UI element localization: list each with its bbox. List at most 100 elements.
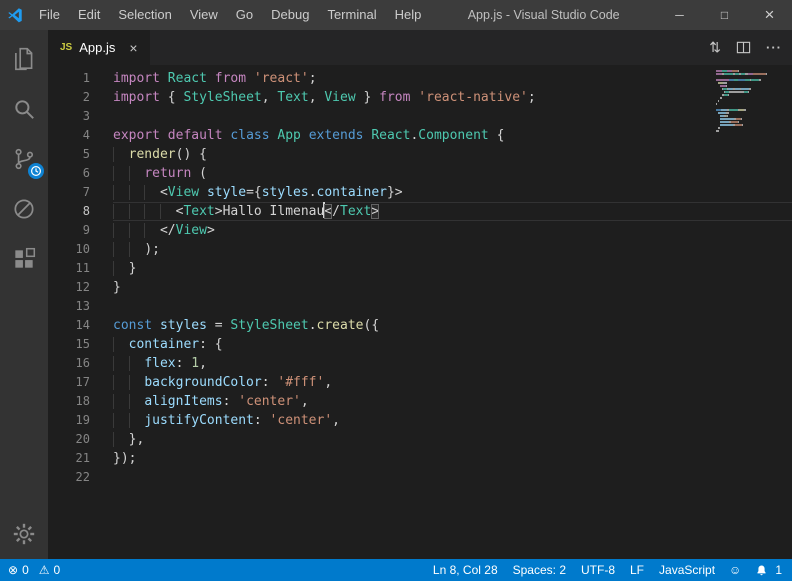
- menu-help[interactable]: Help: [386, 0, 431, 30]
- code-line-3[interactable]: 3: [48, 107, 792, 126]
- extensions-icon: [11, 246, 37, 272]
- code-line-1[interactable]: 1import React from 'react';: [48, 69, 792, 88]
- warnings-icon: ⚠: [39, 563, 50, 577]
- line-number: 11: [48, 259, 113, 278]
- errors-count: 0: [22, 563, 29, 577]
- open-changes-icon[interactable]: ⇅: [709, 39, 721, 56]
- code-line-text: import { StyleSheet, Text, View } from '…: [113, 88, 792, 107]
- bell-icon: [755, 564, 768, 577]
- code-line-text: <Text>Hallo Ilmenau</Text>: [113, 202, 792, 221]
- code-line-text: <View style={styles.container}>: [113, 183, 792, 202]
- code-line-20[interactable]: 20 },: [48, 430, 792, 449]
- activity-search[interactable]: [0, 84, 48, 134]
- code-line-text: export default class App extends React.C…: [113, 126, 792, 145]
- status-language-mode[interactable]: JavaScript: [659, 563, 715, 577]
- code-line-17[interactable]: 17 backgroundColor: '#fff',: [48, 373, 792, 392]
- code-line-9[interactable]: 9 </View>: [48, 221, 792, 240]
- menu-terminal[interactable]: Terminal: [318, 0, 385, 30]
- code-area[interactable]: 1import React from 'react';2import { Sty…: [48, 69, 792, 487]
- line-number: 19: [48, 411, 113, 430]
- code-line-15[interactable]: 15 container: {: [48, 335, 792, 354]
- warnings-count: 0: [54, 563, 61, 577]
- status-cursor-position[interactable]: Ln 8, Col 28: [433, 563, 498, 577]
- status-encoding[interactable]: UTF-8: [581, 563, 615, 577]
- code-line-2[interactable]: 2import { StyleSheet, Text, View } from …: [48, 88, 792, 107]
- code-line-12[interactable]: 12}: [48, 278, 792, 297]
- line-number: 18: [48, 392, 113, 411]
- code-line-text: return (: [113, 164, 792, 183]
- code-line-text: }: [113, 259, 792, 278]
- activity-debug[interactable]: [0, 184, 48, 234]
- scm-sync-badge: [28, 163, 44, 179]
- code-line-22[interactable]: 22: [48, 468, 792, 487]
- vscode-window: FileEditSelectionViewGoDebugTerminalHelp…: [0, 0, 792, 581]
- menu-view[interactable]: View: [181, 0, 227, 30]
- tab-appjs[interactable]: JS App.js ×: [48, 30, 150, 65]
- code-line-text: [113, 468, 792, 487]
- notification-count: 1: [775, 563, 782, 577]
- menu-selection[interactable]: Selection: [109, 0, 180, 30]
- code-line-16[interactable]: 16 flex: 1,: [48, 354, 792, 373]
- code-line-text: alignItems: 'center',: [113, 392, 792, 411]
- status-warnings[interactable]: ⚠0: [39, 563, 60, 577]
- line-number: 22: [48, 468, 113, 487]
- tab-close-icon[interactable]: ×: [129, 40, 137, 56]
- code-line-21[interactable]: 21});: [48, 449, 792, 468]
- code-line-text: }: [113, 278, 792, 297]
- code-line-text: backgroundColor: '#fff',: [113, 373, 792, 392]
- code-line-11[interactable]: 11 }: [48, 259, 792, 278]
- notifications-bell[interactable]: 1: [755, 563, 782, 577]
- code-line-text: import React from 'react';: [113, 69, 792, 88]
- more-actions-icon[interactable]: ···: [766, 40, 782, 55]
- code-line-text: );: [113, 240, 792, 259]
- activity-settings[interactable]: [0, 509, 48, 559]
- line-number: 1: [48, 69, 113, 88]
- code-line-5[interactable]: 5 render() {: [48, 145, 792, 164]
- code-line-13[interactable]: 13: [48, 297, 792, 316]
- split-editor-icon[interactable]: [736, 40, 751, 55]
- code-line-18[interactable]: 18 alignItems: 'center',: [48, 392, 792, 411]
- status-indentation[interactable]: Spaces: 2: [513, 563, 566, 577]
- line-number: 14: [48, 316, 113, 335]
- menu-edit[interactable]: Edit: [69, 0, 109, 30]
- minimap[interactable]: [716, 70, 780, 136]
- code-line-text: [113, 107, 792, 126]
- files-icon: [11, 46, 37, 72]
- activity-bar: [0, 30, 48, 559]
- menu-debug[interactable]: Debug: [262, 0, 318, 30]
- javascript-file-icon: JS: [60, 42, 72, 53]
- settings-gear-icon: [11, 521, 37, 547]
- line-number: 17: [48, 373, 113, 392]
- feedback-smiley-icon[interactable]: ☺: [729, 563, 741, 577]
- line-number: 8: [48, 202, 113, 221]
- code-line-8[interactable]: 8 <Text>Hallo Ilmenau</Text>: [48, 202, 792, 221]
- line-number: 4: [48, 126, 113, 145]
- search-icon: [11, 96, 37, 122]
- errors-icon: ⊗: [8, 563, 18, 577]
- code-line-14[interactable]: 14const styles = StyleSheet.create({: [48, 316, 792, 335]
- line-number: 6: [48, 164, 113, 183]
- editor-actions: ⇅ ···: [709, 30, 782, 65]
- code-line-7[interactable]: 7 <View style={styles.container}>: [48, 183, 792, 202]
- status-errors[interactable]: ⊗0: [8, 563, 29, 577]
- code-line-19[interactable]: 19 justifyContent: 'center',: [48, 411, 792, 430]
- editor[interactable]: 1import React from 'react';2import { Sty…: [48, 65, 792, 559]
- code-line-text: flex: 1,: [113, 354, 792, 373]
- window-close-button[interactable]: ×: [747, 0, 792, 30]
- window-minimize-button[interactable]: ─: [657, 0, 702, 30]
- code-line-6[interactable]: 6 return (: [48, 164, 792, 183]
- code-line-4[interactable]: 4export default class App extends React.…: [48, 126, 792, 145]
- status-bar-right: Ln 8, Col 28 Spaces: 2 UTF-8 LF JavaScript ☺…: [433, 563, 782, 577]
- line-number: 15: [48, 335, 113, 354]
- menu-file[interactable]: File: [30, 0, 69, 30]
- code-line-text: },: [113, 430, 792, 449]
- activity-extensions[interactable]: [0, 234, 48, 284]
- menu-go[interactable]: Go: [227, 0, 262, 30]
- code-line-10[interactable]: 10 );: [48, 240, 792, 259]
- status-eol[interactable]: LF: [630, 563, 644, 577]
- status-bar-left: ⊗0⚠0: [8, 563, 60, 577]
- activity-source-control[interactable]: [0, 134, 48, 184]
- activity-explorer[interactable]: [0, 34, 48, 84]
- line-number: 2: [48, 88, 113, 107]
- window-maximize-button[interactable]: □: [702, 0, 747, 30]
